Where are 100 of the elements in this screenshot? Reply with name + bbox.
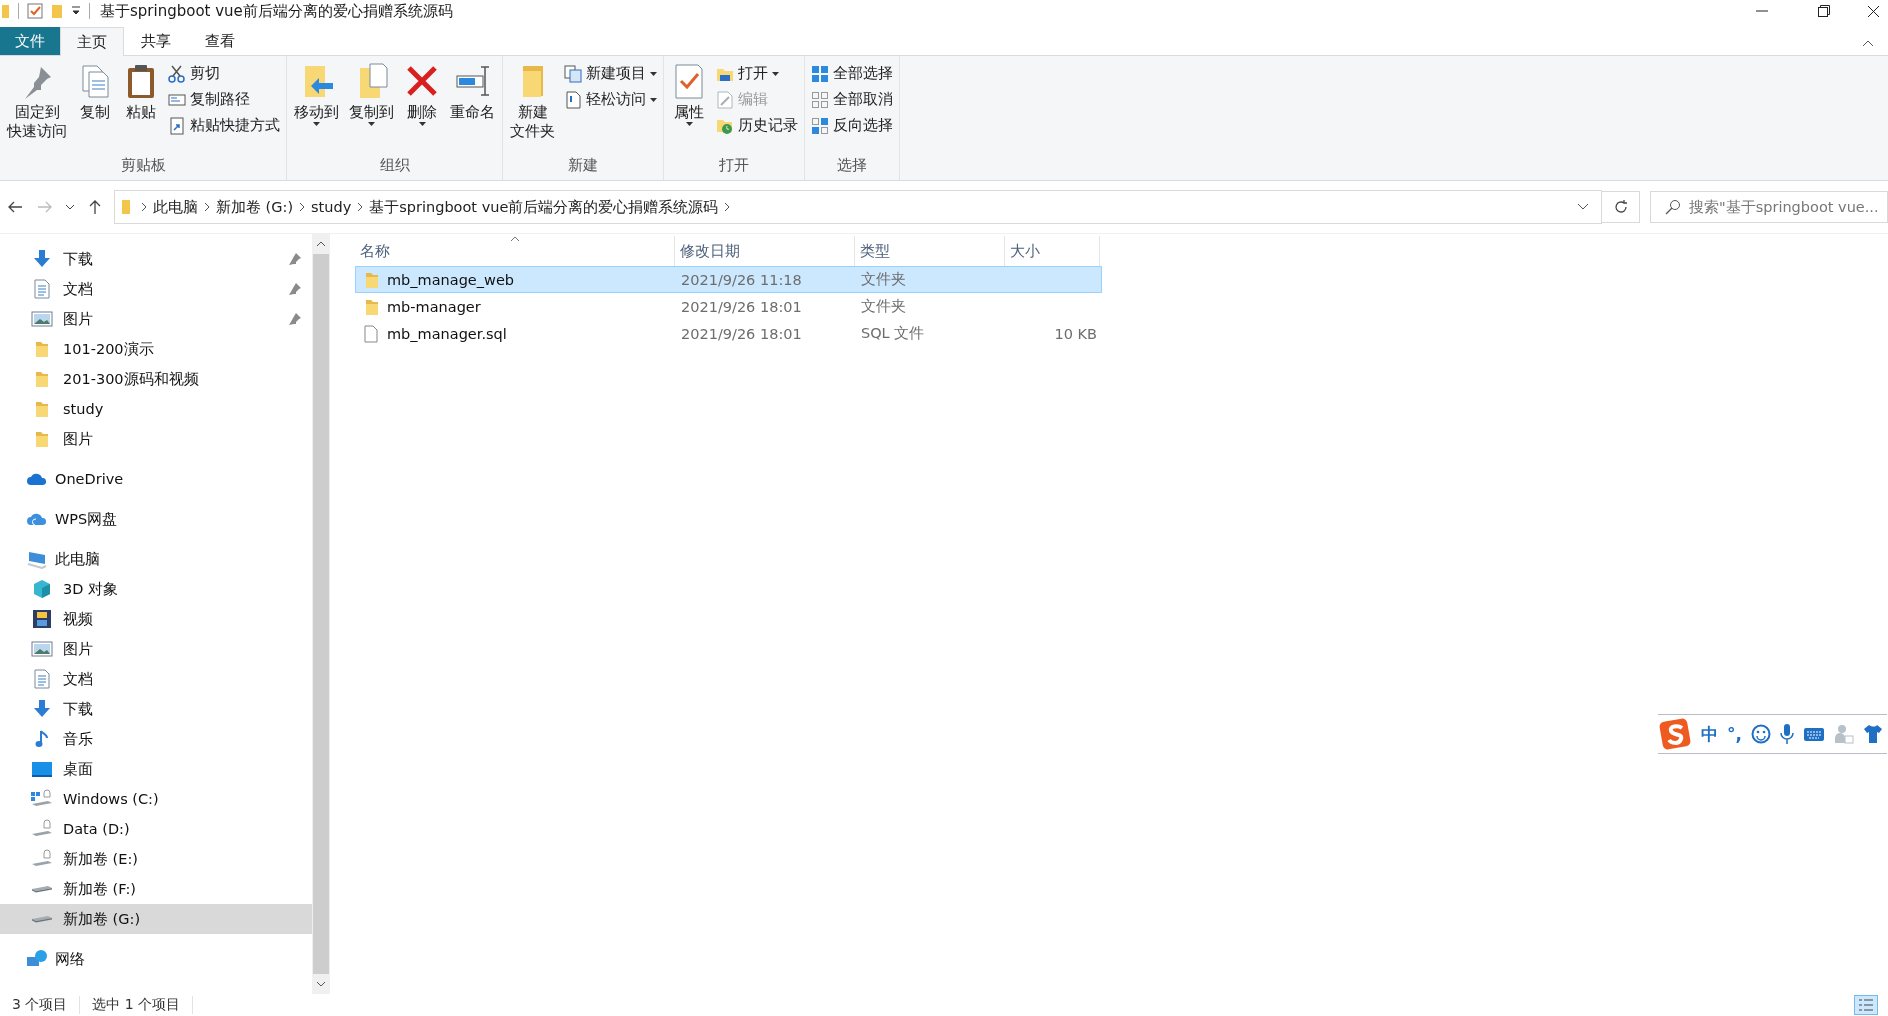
ribbon-button[interactable]: 复制到 [346, 60, 397, 154]
file-row[interactable]: mb_manage_web 2021/9/26 11:18 文件夹 [355, 266, 1102, 293]
ribbon-button[interactable]: 固定到 快速访问 [4, 60, 70, 154]
details-view-button[interactable] [1854, 995, 1878, 1015]
nav-item[interactable]: 101-200演示 [0, 334, 312, 364]
nav-item[interactable]: 文档 [0, 274, 312, 304]
ribbon-button[interactable]: 粘贴快捷方式 [166, 114, 282, 137]
folder-icon [364, 270, 378, 289]
folder-icon [34, 370, 50, 388]
nav-item[interactable]: 视频 [0, 604, 312, 634]
search-field[interactable]: 搜索"基于springboot vue... [1650, 191, 1888, 223]
nav-item[interactable]: Data (D:) [0, 814, 312, 844]
nav-item[interactable]: WPS网盘 [0, 504, 312, 534]
down-arrow-icon [32, 699, 52, 719]
breadcrumb[interactable]: 此电脑 [149, 197, 202, 217]
ribbon-button[interactable]: 移动到 [291, 60, 342, 154]
breadcrumb[interactable]: study [307, 199, 356, 215]
pin-icon [288, 312, 302, 326]
ribbon-tab[interactable]: 查看 [188, 27, 252, 55]
breadcrumb[interactable]: 新加卷 (G:) [212, 197, 298, 217]
date-cell-text: 2021/9/26 18:01 [680, 298, 803, 315]
nav-item[interactable]: 201-300源码和视频 [0, 364, 312, 394]
cube-icon [32, 579, 52, 599]
ribbon-button[interactable]: 新建项目 [562, 62, 659, 85]
selection-count: 选中 1 个项目 [80, 996, 194, 1014]
ribbon-button[interactable]: 全部取消 [809, 88, 895, 111]
up-arrow-icon [89, 199, 101, 215]
caret-icon [368, 122, 375, 126]
ribbon-button[interactable]: 粘贴 [120, 60, 162, 154]
nav-item[interactable]: 新加卷 (F:) [0, 874, 312, 904]
drive-icon [30, 849, 54, 869]
file-name: mb_manage_web [387, 271, 515, 288]
new-item-icon [564, 64, 582, 83]
ribbon-button[interactable]: 轻松访问 [562, 88, 659, 111]
select-all-icon [811, 64, 829, 83]
close-icon [1866, 4, 1880, 18]
ribbon-button[interactable]: 复制 [74, 60, 116, 154]
nav-item[interactable]: OneDrive [0, 464, 312, 494]
file-row[interactable]: mb-manager 2021/9/26 18:01 文件夹 [355, 293, 1102, 320]
nav-item[interactable]: 3D 对象 [0, 574, 312, 604]
nav-item[interactable]: 新加卷 (E:) [0, 844, 312, 874]
button-label: 复制到 [349, 103, 394, 122]
scrollbar[interactable] [312, 234, 330, 994]
nav-item[interactable]: 图片 [0, 304, 312, 334]
ribbon-button[interactable]: 剪切 [166, 62, 282, 85]
ribbon-tab[interactable]: 文件 [0, 27, 60, 55]
chevron-right-icon [204, 202, 210, 212]
pin-icon [288, 282, 302, 296]
ribbon-button[interactable]: 删除 [401, 60, 443, 154]
button-label: 粘贴 [126, 103, 156, 122]
input-mode[interactable]: 中 [1701, 722, 1718, 746]
ribbon-button[interactable]: 复制路径 [166, 88, 282, 111]
button-label: 复制 [80, 103, 110, 122]
item-count: 3 个项目 [0, 996, 81, 1014]
type-cell-text: SQL 文件 [860, 324, 926, 343]
ribbon-tab[interactable]: 主页 [60, 27, 124, 56]
file-name: mb_manager.sql [387, 325, 507, 342]
nav-item[interactable]: 桌面 [0, 754, 312, 784]
button-label: 删除 [407, 103, 437, 122]
breadcrumb[interactable]: 基于springboot vue前后端分离的爱心捐赠系统源码 [365, 197, 723, 217]
nav-item[interactable]: 文档 [0, 664, 312, 694]
computer-icon [26, 549, 48, 569]
caret-icon [685, 122, 693, 126]
nav-item[interactable]: study [0, 394, 312, 424]
nav-item[interactable]: 图片 [0, 634, 312, 664]
nav-item[interactable]: 此电脑 [0, 544, 312, 574]
ribbon-button[interactable]: 全部选择 [809, 62, 895, 85]
invert-selection-icon [811, 116, 829, 135]
date-cell-text: 2021/9/26 18:01 [680, 325, 803, 342]
ribbon-button[interactable]: 历史记录 [714, 114, 800, 137]
punctuation-toggle[interactable]: °, [1727, 724, 1742, 744]
nav-item[interactable]: 下载 [0, 244, 312, 274]
search-icon [1665, 199, 1681, 215]
address-field[interactable]: 此电脑 新加卷 (G:) study 基于springboot vue前后端分离的爱心捐赠系统源码 [114, 190, 1602, 224]
shortcut-icon [168, 116, 186, 135]
file-row[interactable]: mb_manager.sql 2021/9/26 18:01 SQL 文件 10 KB [355, 320, 1102, 347]
network-icon [26, 949, 48, 969]
type-cell-text: 文件夹 [860, 297, 907, 316]
nav-item[interactable]: 图片 [0, 424, 312, 454]
nav-item[interactable]: 网络 [0, 944, 312, 974]
person-icon [1833, 724, 1854, 744]
drive-icon [30, 789, 54, 809]
ribbon-tab[interactable]: 共享 [124, 27, 188, 55]
ribbon-button[interactable]: 反向选择 [809, 114, 895, 137]
ribbon-button[interactable]: 新建 文件夹 [507, 60, 558, 154]
folder-icon [121, 199, 131, 215]
ribbon-button[interactable]: 打开 [714, 62, 800, 85]
nav-item[interactable]: 音乐 [0, 724, 312, 754]
nav-item[interactable]: Windows (C:) [0, 784, 312, 814]
scissors-icon [168, 64, 186, 83]
ribbon-button[interactable]: 重命名 [447, 60, 498, 154]
nav-item[interactable]: 下载 [0, 694, 312, 724]
ribbon-button[interactable]: 属性 [668, 60, 710, 154]
down-arrow-icon [32, 249, 52, 269]
refresh-icon [1612, 199, 1629, 215]
drive-icon [30, 819, 54, 839]
caret-icon [313, 122, 320, 126]
date-cell-text: 2021/9/26 11:18 [680, 271, 803, 288]
refresh-button[interactable] [1602, 191, 1640, 223]
nav-item[interactable]: 新加卷 (G:) [0, 904, 312, 934]
